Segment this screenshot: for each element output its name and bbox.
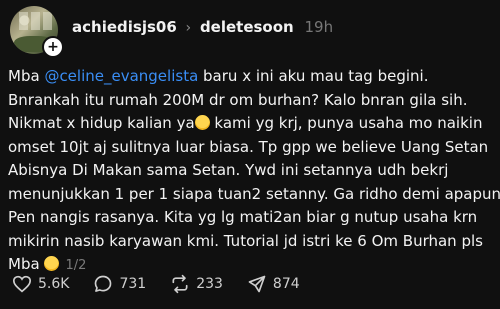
heart-icon (12, 275, 32, 293)
page-indicator[interactable]: 1/2 (65, 258, 86, 273)
like-button[interactable]: 5.6K (12, 275, 69, 293)
comment-button[interactable]: 731 (93, 274, 146, 294)
repost-count: 233 (196, 276, 223, 292)
reply-to-username[interactable]: deletesoon (200, 18, 294, 36)
share-button[interactable]: 874 (247, 274, 300, 294)
comment-icon (95, 275, 112, 292)
post-line: Nikmat x hidup kalian ya kami yg krj, pu… (8, 114, 483, 132)
post-line: mikirin nasib karyawan kmi. Tutorial jd … (8, 231, 483, 250)
follow-plus-icon[interactable]: + (42, 36, 64, 58)
chevron-right-icon: › (185, 20, 192, 36)
post-body: Mba @celine_evangelista baru x ini aku m… (8, 65, 500, 278)
repost-icon (172, 274, 188, 294)
post-line: omset 10jt aj sulitnya luar biasa. Tp gp… (8, 137, 489, 156)
post-line: Mba @celine_evangelista baru x ini aku m… (8, 67, 429, 85)
share-count: 874 (272, 276, 300, 292)
username[interactable]: achiedisjs06 (72, 18, 177, 36)
like-count: 5.6K (38, 276, 70, 292)
share-icon (248, 275, 266, 293)
smile-emoji-icon (44, 256, 60, 271)
post-header: + achiedisjs06 › deletesoon 19h (10, 6, 490, 58)
post-meta: achiedisjs06 › deletesoon 19h (72, 18, 333, 36)
sad-emoji-icon (194, 115, 210, 130)
post-line: Bnrankah itu rumah 200M dr om burhan? Ka… (8, 90, 468, 109)
action-bar: 5.6K 731 233 874 (12, 273, 324, 295)
post-line: Pen nangis rasanya. Kita yg lg mati2an b… (8, 208, 478, 226)
post-time: 19h (304, 18, 334, 36)
post-line: menunjukkan 1 per 1 siapa tuan2 setanny.… (8, 184, 500, 203)
mention-link[interactable]: @celine_evangelista (44, 67, 198, 85)
comment-count: 731 (119, 276, 147, 292)
post-line: Abisnya Di Makan sama Setan. Ywd ini set… (8, 161, 449, 179)
repost-button[interactable]: 233 (170, 274, 223, 294)
